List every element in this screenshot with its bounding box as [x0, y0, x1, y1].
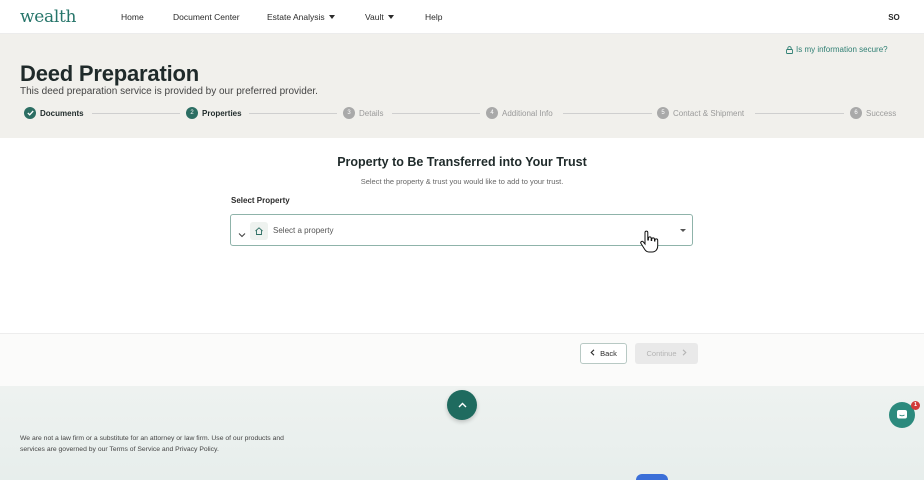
- chevron-up-icon: [458, 402, 466, 408]
- step-connector: [755, 113, 844, 114]
- legal-disclaimer: We are not a law firm or a substitute fo…: [20, 435, 284, 453]
- step-details: 3 Details: [343, 107, 383, 119]
- page-title: Deed Preparation: [20, 61, 199, 86]
- step-contact-shipment: 5 Contact & Shipment: [657, 107, 744, 119]
- step-number: 4: [486, 107, 498, 119]
- select-placeholder: Select a property: [273, 226, 334, 235]
- nav-document-center[interactable]: Document Center: [173, 12, 240, 22]
- step-connector: [92, 113, 180, 114]
- user-avatar[interactable]: SO: [885, 10, 903, 26]
- main-content: Property to Be Transferred into Your Tru…: [0, 138, 924, 333]
- hand-pointer-icon: [639, 230, 659, 254]
- step-properties: 2 Properties: [186, 107, 242, 119]
- nav-home[interactable]: Home: [121, 12, 144, 22]
- security-info-label: Is my information secure?: [796, 45, 888, 54]
- step-label: Properties: [202, 108, 242, 118]
- nav-document-center-label: Document Center: [173, 12, 240, 22]
- toggle-switch[interactable]: [636, 474, 668, 480]
- dropdown-caret-icon[interactable]: [680, 229, 686, 232]
- select-property-label: Select Property: [231, 196, 290, 205]
- step-success: 6 Success: [850, 107, 896, 119]
- step-label: Details: [359, 108, 384, 118]
- step-number: 5: [657, 107, 669, 119]
- form-actions: Back Continue: [0, 333, 924, 386]
- chevron-down-icon[interactable]: [238, 226, 246, 238]
- page-header: Is my information secure? Deed Preparati…: [0, 34, 924, 138]
- step-connector: [249, 113, 337, 114]
- nav-estate-analysis[interactable]: Estate Analysis: [267, 12, 335, 22]
- continue-button[interactable]: Continue: [635, 343, 698, 364]
- step-number: 6: [850, 107, 862, 119]
- top-nav: wealth Home Document Center Estate Analy…: [0, 0, 924, 34]
- step-label: Contact & Shipment: [673, 108, 745, 118]
- nav-help-label: Help: [425, 12, 443, 22]
- nav-estate-analysis-label: Estate Analysis: [267, 12, 325, 22]
- step-label: Success: [866, 108, 897, 118]
- property-select[interactable]: Select a property: [230, 214, 693, 246]
- progress-stepper: Documents 2 Properties 3 Details 4 Addit…: [24, 107, 904, 121]
- step-number: 2: [186, 107, 198, 119]
- step-additional-info: 4 Additional Info: [486, 107, 553, 119]
- step-label: Documents: [40, 108, 84, 118]
- step-label: Additional Info: [502, 108, 553, 118]
- back-button[interactable]: Back: [580, 343, 627, 364]
- page-footer: We are not a law firm or a substitute fo…: [0, 386, 924, 480]
- step-documents: Documents: [24, 107, 84, 119]
- step-connector: [392, 113, 480, 114]
- security-info-link[interactable]: Is my information secure?: [786, 45, 888, 54]
- chat-icon: [897, 410, 907, 419]
- step-number: 3: [343, 107, 355, 119]
- lock-icon: [786, 45, 793, 54]
- chevron-left-icon: [590, 349, 595, 358]
- chevron-right-icon: [682, 349, 687, 358]
- page-subtitle: This deed preparation service is provide…: [20, 86, 318, 97]
- nav-home-label: Home: [121, 12, 144, 22]
- nav-vault[interactable]: Vault: [365, 12, 394, 22]
- check-icon: [24, 107, 36, 119]
- step-connector: [563, 113, 652, 114]
- chevron-down-icon: [387, 15, 394, 19]
- wealth-logo[interactable]: wealth: [20, 7, 76, 27]
- section-description: Select the property & trust you would li…: [360, 177, 564, 186]
- back-label: Back: [600, 349, 617, 358]
- chevron-down-icon: [328, 15, 335, 19]
- section-title: Property to Be Transferred into Your Tru…: [337, 155, 587, 169]
- home-icon: [250, 222, 268, 240]
- nav-vault-label: Vault: [365, 12, 384, 22]
- continue-label: Continue: [646, 349, 677, 358]
- scroll-to-top-button[interactable]: [447, 390, 477, 420]
- nav-help[interactable]: Help: [425, 12, 442, 22]
- notification-badge: 1: [911, 401, 920, 410]
